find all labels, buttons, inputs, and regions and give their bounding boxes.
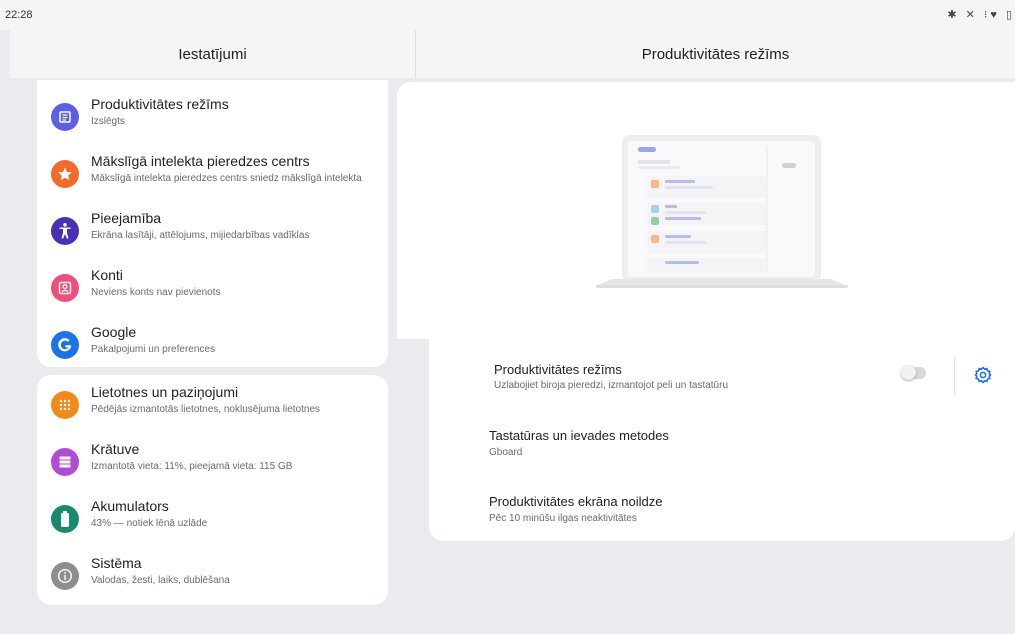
item-subtitle: Valodas, žesti, laiks, dublēšana xyxy=(91,575,230,586)
status-icons: ✱ ✕ ⁝♥ ▯ xyxy=(947,9,1015,21)
productivity-illustration xyxy=(397,82,1015,339)
item-subtitle: Neviens konts nav pievienots xyxy=(91,287,221,298)
item-subtitle: Mākslīgā intelekta pieredzes centrs snie… xyxy=(91,173,362,184)
settings-item-apps[interactable]: Lietotnes un paziņojumi Pēdējās izmantot… xyxy=(37,380,388,430)
item-title: Akumulators xyxy=(91,498,169,514)
status-time: 22:28 xyxy=(5,9,33,21)
settings-item-system[interactable]: Sistēma Valodas, žesti, laiks, dublēšana xyxy=(37,551,388,601)
settings-item-accessibility[interactable]: Pieejamība Ekrāna lasītāji, attēlojums, … xyxy=(37,206,388,256)
productivity-icon xyxy=(51,103,79,131)
settings-item-productivity[interactable]: Produktivitātes režīms Izslēgts xyxy=(37,92,388,142)
item-title: Produktivitātes režīms xyxy=(91,96,229,112)
productivity-mode-row[interactable]: Produktivitātes režīms Uzlabojiet biroja… xyxy=(429,339,949,409)
detail-header: Produktivitātes režīms xyxy=(416,30,1015,78)
item-subtitle: Ekrāna lasītāji, attēlojums, mijiedarbīb… xyxy=(91,230,310,241)
item-subtitle: Pakalpojumi un preferences xyxy=(91,344,215,355)
row-subtitle: Gboard xyxy=(489,447,523,458)
item-title: Pieejamība xyxy=(91,210,162,226)
settings-item-battery[interactable]: Akumulators 43% — notiek lēnā uzlāde xyxy=(37,494,388,544)
item-title: Google xyxy=(91,324,137,340)
screen-timeout-row[interactable]: Produktivitātes ekrāna noildze Pēc 10 mi… xyxy=(429,485,1015,531)
settings-group-1: Produktivitātes režīms Izslēgts Mākslīgā… xyxy=(37,80,388,367)
item-title: Sistēma xyxy=(91,555,142,571)
info-icon xyxy=(51,562,79,590)
item-title: Lietotnes un paziņojumi xyxy=(91,384,239,400)
item-title: Mākslīgā intelekta pieredzes centrs xyxy=(91,153,310,169)
row-title: Tastatūras un ievades metodes xyxy=(489,428,669,443)
status-bar: 22:28 ✱ ✕ ⁝♥ ▯ xyxy=(0,0,1015,30)
detail-title: Produktivitātes režīms xyxy=(641,45,790,63)
productivity-options-card: Produktivitātes režīms Uzlabojiet biroja… xyxy=(429,339,1015,541)
item-title: Krātuve xyxy=(91,441,140,457)
storage-icon xyxy=(51,448,79,476)
item-subtitle: Pēdējās izmantotās lietotnes, noklusējum… xyxy=(91,404,321,415)
item-subtitle: Izslēgts xyxy=(91,116,125,127)
keyboard-input-row[interactable]: Tastatūras un ievades metodes Gboard xyxy=(429,419,1015,465)
battery-icon xyxy=(51,505,79,533)
toggle-knob xyxy=(901,365,916,380)
settings-header: Iestatījumi xyxy=(10,30,416,78)
settings-item-ai-center[interactable]: Mākslīgā intelekta pieredzes centrs Māks… xyxy=(37,149,388,199)
google-icon xyxy=(51,331,79,359)
star-icon xyxy=(51,160,79,188)
accessibility-icon xyxy=(51,217,79,245)
productivity-mode-toggle[interactable] xyxy=(901,365,926,380)
settings-item-google[interactable]: Google Pakalpojumi un preferences xyxy=(37,320,388,370)
gear-icon[interactable] xyxy=(973,365,993,385)
row-title: Produktivitātes ekrāna noildze xyxy=(489,494,663,509)
row-subtitle: Uzlabojiet biroja pieredzi, izmantojot p… xyxy=(494,380,729,391)
account-icon xyxy=(51,274,79,302)
apps-icon xyxy=(51,391,79,419)
row-title: Produktivitātes režīms xyxy=(494,362,622,377)
settings-item-accounts[interactable]: Konti Neviens konts nav pievienots xyxy=(37,263,388,313)
item-title: Konti xyxy=(91,267,123,283)
settings-group-2: Lietotnes un paziņojumi Pēdējās izmantot… xyxy=(37,375,388,605)
settings-item-storage[interactable]: Krātuve Izmantotā vieta: 11%, pieejamā v… xyxy=(37,437,388,487)
page-title: Iestatījumi xyxy=(178,45,247,63)
item-subtitle: 43% — notiek lēnā uzlāde xyxy=(91,518,208,529)
row-subtitle: Pēc 10 minūšu ilgas neaktivitātes xyxy=(489,513,637,524)
divider xyxy=(954,358,955,394)
item-subtitle: Izmantotā vieta: 11%, pieejamā vieta: 11… xyxy=(91,461,293,472)
